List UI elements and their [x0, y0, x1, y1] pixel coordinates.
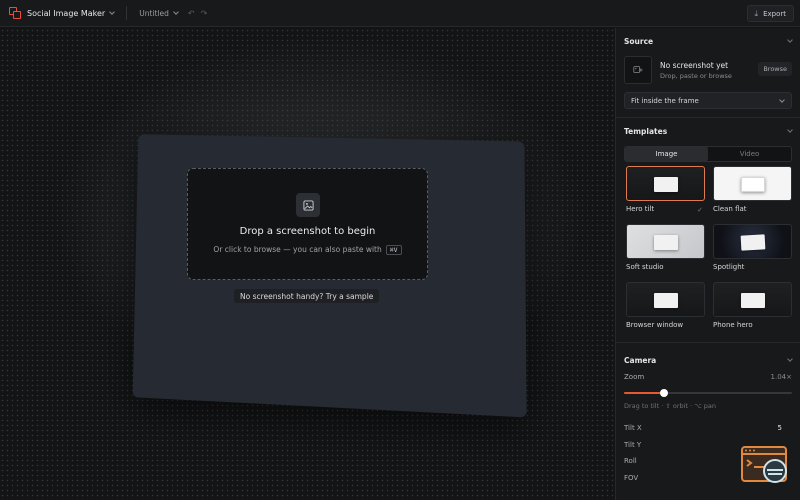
- template-grid: Hero tilt ✓ Clean flat Soft studio Spotl…: [626, 166, 792, 342]
- chevron-down-icon[interactable]: [173, 8, 179, 15]
- template-thumbnail: [626, 166, 705, 201]
- source-section-header[interactable]: Source: [616, 28, 800, 54]
- export-label: Export: [763, 9, 786, 18]
- dropzone-subtitle: Or click to browse — you can also paste …: [188, 245, 427, 255]
- template-name: Soft studio: [626, 263, 664, 271]
- chevron-down-icon[interactable]: [787, 356, 793, 362]
- divider: [616, 342, 800, 343]
- check-icon: ✓: [697, 206, 703, 214]
- template-name: Phone hero: [713, 321, 753, 329]
- template-thumbnail: [713, 224, 792, 259]
- download-icon: ⤓: [754, 8, 759, 18]
- templates-heading: Templates: [624, 126, 668, 136]
- param-label: Tilt Y: [624, 440, 642, 449]
- template-type-tabs: Image Video: [624, 146, 792, 162]
- zoom-label: Zoom: [624, 373, 645, 381]
- source-row: No screenshot yet Drop, paste or browse …: [624, 56, 792, 90]
- fit-mode-select[interactable]: Fit inside the frame: [624, 92, 792, 109]
- slider-fill: [624, 392, 665, 394]
- param-value[interactable]: 5: [778, 424, 782, 432]
- param-label: FOV: [624, 473, 639, 482]
- template-name: Clean flat: [713, 205, 747, 213]
- browse-button[interactable]: Browse: [758, 62, 792, 76]
- chevron-down-icon[interactable]: [787, 37, 793, 43]
- template-browser-window[interactable]: Browser window: [626, 282, 705, 329]
- template-soft-studio[interactable]: Soft studio: [626, 224, 705, 271]
- app-logo-icon: [9, 7, 21, 19]
- screenshot-dropzone[interactable]: Drop a screenshot to begin Or click to b…: [187, 168, 428, 280]
- fit-mode-value: Fit inside the frame: [631, 96, 699, 105]
- tab-image[interactable]: Image: [625, 147, 708, 161]
- export-button[interactable]: ⤓ Export: [746, 5, 794, 22]
- template-spotlight[interactable]: Spotlight: [713, 224, 792, 271]
- screenshot-placeholder-icon[interactable]: [624, 56, 652, 84]
- dropzone-title: Drop a screenshot to begin: [239, 226, 376, 237]
- template-name: Browser window: [626, 321, 684, 329]
- dropzone-subtitle-text: Or click to browse — you can also paste …: [213, 245, 382, 254]
- template-thumbnail: [626, 282, 705, 317]
- settings-panel: Source No screenshot yet Drop, paste or …: [615, 28, 800, 500]
- template-clean-flat[interactable]: Clean flat: [713, 166, 792, 213]
- template-thumbnail: [713, 282, 792, 317]
- source-subtitle: Drop, paste or browse: [660, 72, 732, 80]
- zoom-value: 1.04×: [770, 373, 792, 381]
- chevron-down-icon: [779, 97, 785, 103]
- zoom-row: Zoom 1.04×: [624, 373, 792, 387]
- image-add-icon: [296, 193, 320, 217]
- feedback-widget-icon[interactable]: [741, 446, 789, 486]
- template-phone-hero[interactable]: Phone hero: [713, 282, 792, 329]
- paste-shortcut: ⌘V: [385, 245, 402, 255]
- divider: [126, 6, 128, 20]
- camera-hint: Drag to tilt · ⇧ orbit · ⌥ pan: [624, 402, 716, 410]
- templates-section-header[interactable]: Templates: [616, 118, 800, 144]
- param-label: Tilt X: [624, 424, 642, 433]
- chevron-down-icon[interactable]: [787, 127, 793, 133]
- tab-video[interactable]: Video: [708, 147, 791, 161]
- template-hero-tilt[interactable]: Hero tilt ✓: [626, 166, 705, 214]
- param-tilt-x[interactable]: Tilt X 5: [624, 420, 792, 437]
- source-heading: Source: [624, 36, 654, 46]
- template-thumbnail: [626, 224, 705, 259]
- template-thumbnail: [713, 166, 792, 201]
- top-bar: Social Image Maker Untitled ↶ ↷ ⤓ Export: [0, 0, 800, 27]
- template-name: Hero tilt: [626, 205, 655, 213]
- slider-knob[interactable]: [660, 389, 669, 397]
- undo-icon[interactable]: ↶: [188, 9, 195, 18]
- redo-icon[interactable]: ↷: [201, 9, 208, 18]
- zoom-slider[interactable]: [624, 389, 792, 397]
- camera-section-header[interactable]: Camera: [616, 347, 800, 373]
- document-title[interactable]: Untitled: [139, 9, 169, 18]
- app-title[interactable]: Social Image Maker: [27, 9, 105, 18]
- camera-heading: Camera: [624, 355, 657, 365]
- try-sample-button[interactable]: No screenshot handy? Try a sample: [234, 289, 380, 303]
- chevron-down-icon[interactable]: [109, 8, 116, 15]
- source-title: No screenshot yet: [660, 61, 729, 70]
- param-label: Roll: [624, 457, 637, 466]
- template-name: Spotlight: [713, 263, 745, 271]
